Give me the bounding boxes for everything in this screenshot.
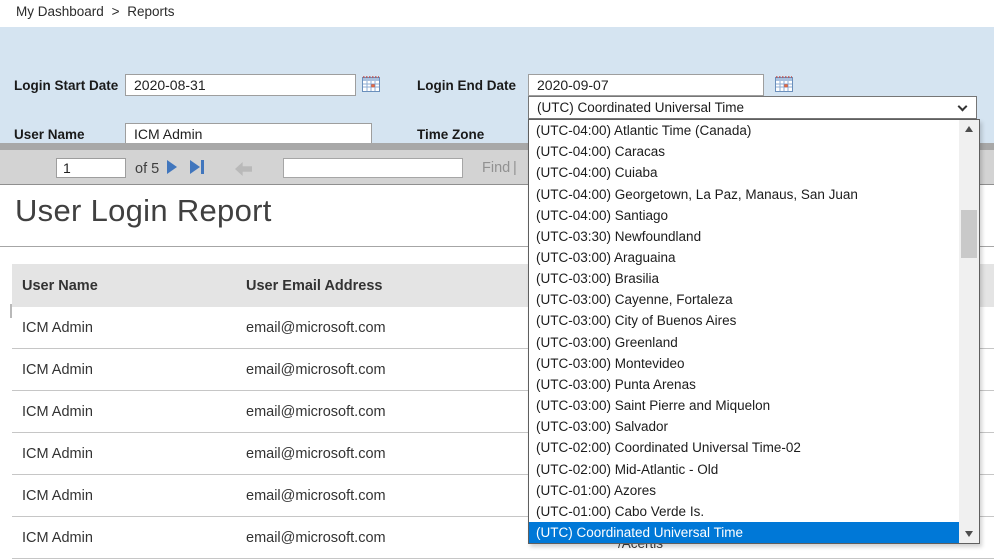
calendar-icon[interactable] bbox=[362, 76, 380, 92]
cell-user-name: ICM Admin bbox=[12, 362, 246, 378]
timezone-option[interactable]: (UTC-03:00) City of Buenos Aires bbox=[529, 310, 959, 331]
page-number-input[interactable] bbox=[56, 158, 126, 178]
timezone-dropdown-list: (UTC-04:00) Atlantic Time (Canada)(UTC-0… bbox=[529, 120, 959, 543]
login-start-date-label: Login Start Date bbox=[14, 78, 118, 93]
cell-user-name: ICM Admin bbox=[12, 446, 246, 462]
breadcrumb-link-dashboard[interactable]: My Dashboard bbox=[16, 4, 104, 19]
timezone-option[interactable]: (UTC-03:00) Araguaina bbox=[529, 247, 959, 268]
time-zone-selected-value: (UTC) Coordinated Universal Time bbox=[537, 100, 744, 115]
timezone-option[interactable]: (UTC-04:00) Caracas bbox=[529, 141, 959, 162]
timezone-dropdown: (UTC-04:00) Atlantic Time (Canada)(UTC-0… bbox=[528, 119, 980, 544]
timezone-option[interactable]: (UTC-02:00) Coordinated Universal Time-0… bbox=[529, 437, 959, 458]
timezone-option[interactable]: (UTC-02:00) Mid-Atlantic - Old bbox=[529, 459, 959, 480]
time-zone-select[interactable]: (UTC) Coordinated Universal Time bbox=[528, 96, 977, 119]
calendar-icon[interactable] bbox=[775, 76, 793, 92]
page-title: User Login Report bbox=[15, 193, 272, 229]
cell-user-name: ICM Admin bbox=[12, 404, 246, 420]
scrollbar-thumb[interactable] bbox=[961, 210, 977, 258]
cell-user-name: ICM Admin bbox=[12, 320, 246, 336]
find-text-input[interactable] bbox=[283, 158, 463, 178]
time-zone-label: Time Zone bbox=[417, 127, 484, 142]
page-count-label: of 5 bbox=[135, 161, 159, 177]
column-header-user-name: User Name bbox=[12, 278, 246, 294]
scroll-down-icon[interactable] bbox=[959, 525, 979, 543]
timezone-option[interactable]: (UTC) Coordinated Universal Time bbox=[529, 522, 959, 543]
chevron-down-icon bbox=[958, 102, 968, 112]
dropdown-scrollbar[interactable] bbox=[959, 120, 979, 543]
timezone-option[interactable]: (UTC-03:00) Montevideo bbox=[529, 353, 959, 374]
timezone-option[interactable]: (UTC-03:00) Punta Arenas bbox=[529, 374, 959, 395]
login-start-date-input[interactable] bbox=[125, 74, 356, 96]
cell-user-name: ICM Admin bbox=[12, 488, 246, 504]
scroll-up-icon[interactable] bbox=[959, 120, 979, 138]
next-page-icon[interactable] bbox=[167, 160, 177, 174]
timezone-option[interactable]: (UTC-03:00) Greenland bbox=[529, 332, 959, 353]
breadcrumb-current-reports: Reports bbox=[127, 4, 174, 19]
find-button[interactable]: Find bbox=[482, 160, 510, 176]
timezone-option[interactable]: (UTC-04:00) Santiago bbox=[529, 205, 959, 226]
timezone-option[interactable]: (UTC-03:00) Saint Pierre and Miquelon bbox=[529, 395, 959, 416]
timezone-option[interactable]: (UTC-03:30) Newfoundland bbox=[529, 226, 959, 247]
cell-user-name: ICM Admin bbox=[12, 530, 246, 546]
find-separator: | bbox=[513, 160, 517, 176]
login-end-date-input[interactable] bbox=[528, 74, 764, 96]
timezone-option[interactable]: (UTC-04:00) Atlantic Time (Canada) bbox=[529, 120, 959, 141]
timezone-option[interactable]: (UTC-04:00) Cuiaba bbox=[529, 162, 959, 183]
breadcrumb: My Dashboard > Reports bbox=[16, 4, 179, 19]
timezone-option[interactable]: (UTC-03:00) Cayenne, Fortaleza bbox=[529, 289, 959, 310]
timezone-option[interactable]: (UTC-03:00) Brasilia bbox=[529, 268, 959, 289]
user-name-label: User Name bbox=[14, 127, 85, 142]
timezone-option[interactable]: (UTC-01:00) Azores bbox=[529, 480, 959, 501]
last-page-icon[interactable] bbox=[190, 160, 204, 174]
timezone-option[interactable]: (UTC-01:00) Cabo Verde Is. bbox=[529, 501, 959, 522]
login-end-date-label: Login End Date bbox=[417, 78, 516, 93]
breadcrumb-separator: > bbox=[112, 4, 120, 19]
user-name-input[interactable] bbox=[125, 123, 372, 145]
timezone-option[interactable]: (UTC-04:00) Georgetown, La Paz, Manaus, … bbox=[529, 183, 959, 204]
timezone-option[interactable]: (UTC-03:00) Salvador bbox=[529, 416, 959, 437]
